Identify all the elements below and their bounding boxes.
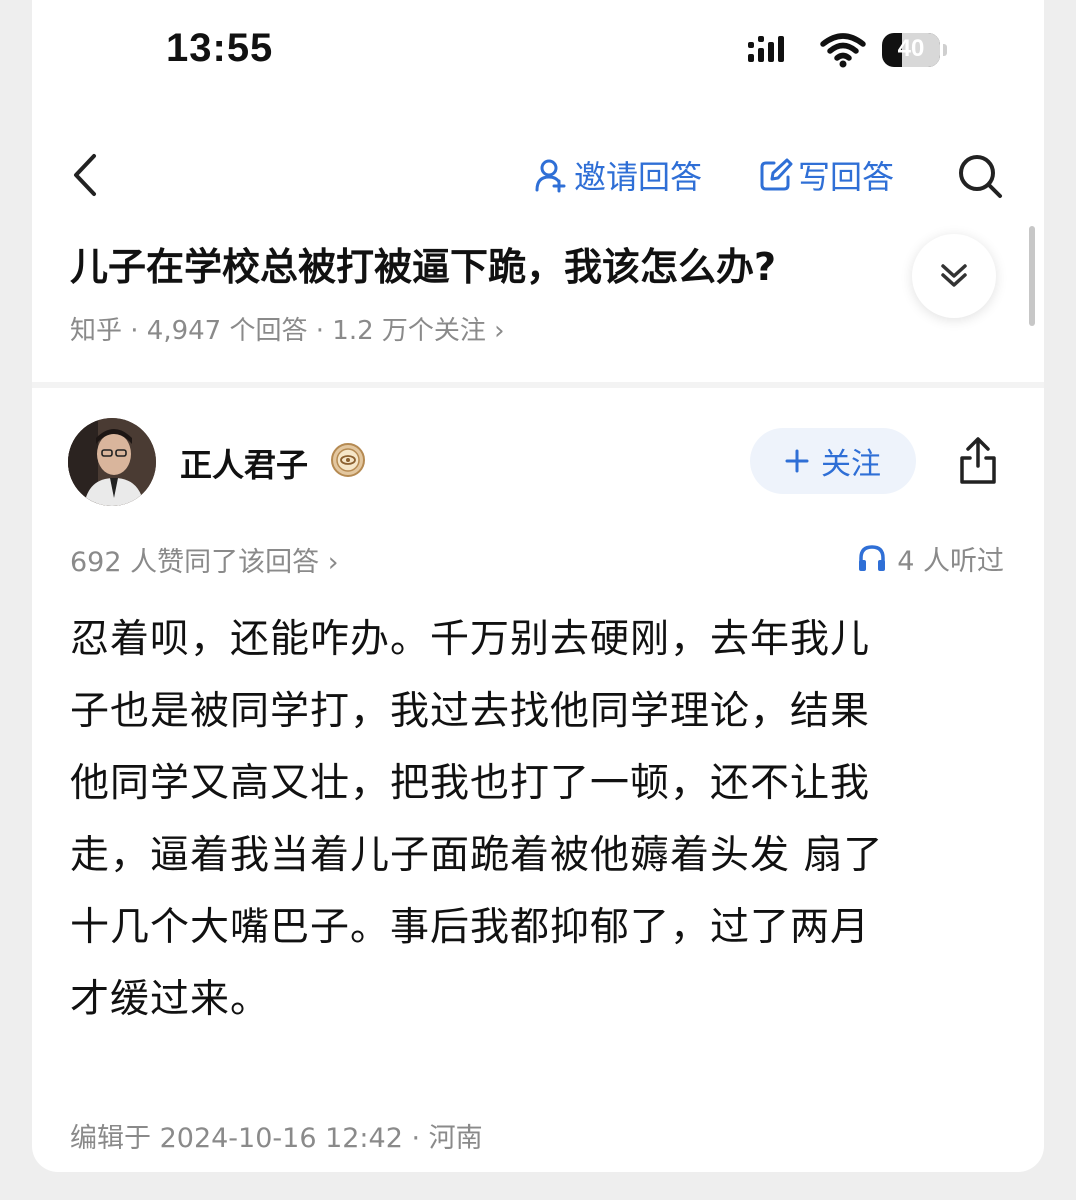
answer-body: 忍着呗，还能咋办。千万别去硬刚，去年我儿 子也是被同学打，我过去找他同学理论，结… [70, 604, 970, 1036]
status-time: 13:55 [166, 26, 274, 70]
avatar-image [68, 418, 156, 506]
expand-button[interactable] [912, 234, 996, 318]
follow-button[interactable]: 关注 [750, 428, 916, 494]
answer-line: 十几个大嘴巴子。事后我都抑郁了，过了两月 [70, 905, 871, 950]
person-icon [535, 159, 566, 193]
answer-line: 走，逼着我当着儿子面跪着被他薅着头发 扇了 [70, 833, 884, 878]
headphones-icon [859, 545, 886, 571]
section-divider [32, 382, 1044, 388]
follow-label: 关注 [821, 447, 881, 482]
battery-tip [943, 44, 947, 56]
answer-line: 他同学又高又壮，把我也打了一顿，还不让我 [70, 761, 871, 806]
write-answer-button[interactable]: 写回答 [758, 152, 894, 198]
edit-info: 编辑于 2024-10-16 12:42 · 河南 [70, 1123, 483, 1154]
invite-answer-button[interactable]: 邀请回答 [534, 152, 702, 198]
chevron-left-icon[interactable] [70, 152, 100, 198]
battery-icon: 40 [882, 33, 940, 67]
question-title[interactable]: 儿子在学校总被打被逼下跪，我该怎么办? [70, 236, 776, 291]
listen-info[interactable]: 4 人听过 [857, 540, 1004, 577]
edit-icon [760, 158, 793, 191]
plus-icon [785, 449, 809, 473]
write-answer-label: 写回答 [798, 158, 895, 196]
battery-percent: 40 [897, 35, 925, 62]
question-meta[interactable]: 知乎 · 4,947 个回答 · 1.2 万个关注 › [70, 310, 505, 347]
wifi-icon [820, 33, 866, 68]
app-screen: 13:55 40 邀请回答 写回答 儿子在学校总被打被逼下跪，我该怎么办? 知乎… [32, 0, 1044, 1172]
answer-line: 忍着呗，还能咋办。千万别去硬刚，去年我儿 [70, 617, 871, 662]
double-chevron-down-icon [941, 264, 967, 287]
listen-count: 4 人听过 [897, 545, 1004, 577]
badge-icon [331, 443, 365, 477]
avatar[interactable] [68, 418, 156, 506]
upvote-count[interactable]: 692 人赞同了该回答 › [70, 540, 339, 579]
search-icon[interactable] [956, 152, 1004, 200]
answer-line: 才缓过来。 [70, 977, 271, 1022]
author-name[interactable]: 正人君子 [180, 440, 308, 486]
share-icon[interactable] [956, 436, 1000, 486]
signal-icon [748, 36, 784, 62]
scrollbar[interactable] [1029, 226, 1035, 326]
answer-line: 子也是被同学打，我过去找他同学理论，结果 [70, 689, 871, 734]
invite-answer-label: 邀请回答 [574, 158, 703, 196]
